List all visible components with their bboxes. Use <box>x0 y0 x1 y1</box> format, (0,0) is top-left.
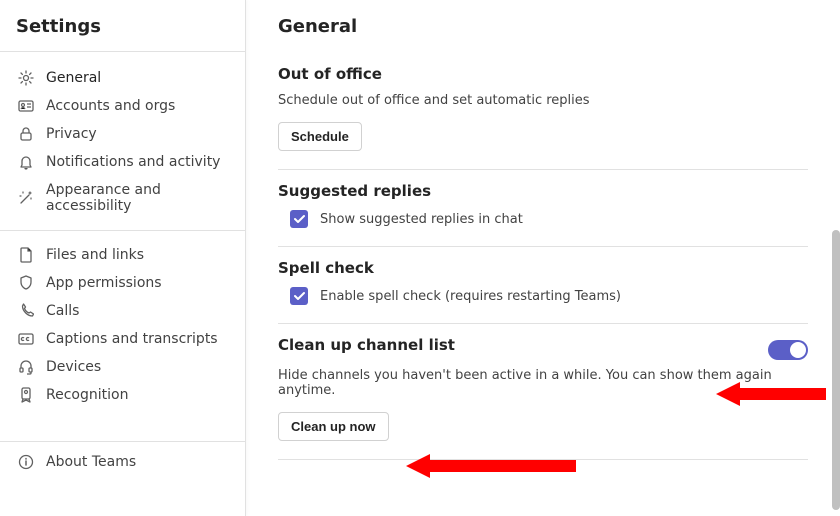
scrollbar[interactable] <box>832 230 840 510</box>
sidebar-item-notifications[interactable]: Notifications and activity <box>0 148 245 176</box>
sidebar-title: Settings <box>0 0 245 52</box>
sidebar-item-label: Captions and transcripts <box>46 331 218 347</box>
sidebar-item-accounts[interactable]: Accounts and orgs <box>0 92 245 120</box>
sidebar-item-label: App permissions <box>46 275 162 291</box>
schedule-button[interactable]: Schedule <box>278 122 362 151</box>
sidebar-item-label: Files and links <box>46 247 144 263</box>
section-desc: Schedule out of office and set automatic… <box>278 93 808 108</box>
lock-icon <box>18 126 34 142</box>
cleanup-toggle[interactable] <box>768 340 808 360</box>
sidebar-item-label: Devices <box>46 359 101 375</box>
sidebar-item-label: Recognition <box>46 387 128 403</box>
id-card-icon <box>18 98 34 114</box>
cc-icon <box>18 331 34 347</box>
sidebar-item-privacy[interactable]: Privacy <box>0 120 245 148</box>
sidebar-item-devices[interactable]: Devices <box>0 353 245 381</box>
settings-window: Settings General Accounts and orgs Privacy… <box>0 0 840 516</box>
sidebar-item-recognition[interactable]: Recognition <box>0 381 245 409</box>
nav-group: General Accounts and orgs Privacy Notificat… <box>0 64 245 231</box>
shield-icon <box>18 275 34 291</box>
gear-icon <box>18 70 34 86</box>
spell-check-checkbox-row[interactable]: Enable spell check (requires restarting … <box>278 287 808 305</box>
bell-icon <box>18 154 34 170</box>
sidebar-item-label: Notifications and activity <box>46 154 220 170</box>
sidebar-item-appearance[interactable]: Appearance and accessibility <box>0 176 245 220</box>
checkbox-label: Enable spell check (requires restarting … <box>320 289 621 304</box>
section-cleanup-channel-list: Clean up channel list Hide channels you … <box>278 324 808 460</box>
settings-main: General Out of office Schedule out of of… <box>246 0 840 516</box>
sidebar-item-label: Accounts and orgs <box>46 98 175 114</box>
sidebar-item-apppermissions[interactable]: App permissions <box>0 269 245 297</box>
checkbox-checked-icon[interactable] <box>290 287 308 305</box>
sidebar-item-label: Calls <box>46 303 79 319</box>
sidebar-item-captions[interactable]: Captions and transcripts <box>0 325 245 353</box>
section-heading: Suggested replies <box>278 182 808 200</box>
section-desc: Hide channels you haven't been active in… <box>278 368 808 398</box>
phone-icon <box>18 303 34 319</box>
suggested-replies-checkbox-row[interactable]: Show suggested replies in chat <box>278 210 808 228</box>
checkbox-label: Show suggested replies in chat <box>320 212 523 227</box>
cleanup-now-button[interactable]: Clean up now <box>278 412 389 441</box>
sidebar-footer: About Teams <box>0 441 245 516</box>
sidebar-item-files[interactable]: Files and links <box>0 241 245 269</box>
file-icon <box>18 247 34 263</box>
badge-icon <box>18 387 34 403</box>
sidebar-item-about[interactable]: About Teams <box>0 448 245 476</box>
sidebar-item-label: Privacy <box>46 126 97 142</box>
sidebar-item-general[interactable]: General <box>0 64 245 92</box>
sidebar-item-label: About Teams <box>46 454 136 470</box>
page-title: General <box>278 0 808 53</box>
section-suggested-replies: Suggested replies Show suggested replies… <box>278 170 808 247</box>
settings-nav: General Accounts and orgs Privacy Notificat… <box>0 52 245 441</box>
sidebar-item-calls[interactable]: Calls <box>0 297 245 325</box>
section-heading: Out of office <box>278 65 808 83</box>
sidebar-item-label: General <box>46 70 101 86</box>
section-spell-check: Spell check Enable spell check (requires… <box>278 247 808 324</box>
info-icon <box>18 454 34 470</box>
headset-icon <box>18 359 34 375</box>
sidebar-item-label: Appearance and accessibility <box>46 182 227 214</box>
settings-sidebar: Settings General Accounts and orgs Privacy… <box>0 0 246 516</box>
section-heading: Spell check <box>278 259 808 277</box>
section-out-of-office: Out of office Schedule out of office and… <box>278 53 808 170</box>
nav-group: Files and links App permissions Calls Capti… <box>0 241 245 419</box>
checkbox-checked-icon[interactable] <box>290 210 308 228</box>
wand-icon <box>18 190 34 206</box>
section-heading: Clean up channel list <box>278 336 455 354</box>
